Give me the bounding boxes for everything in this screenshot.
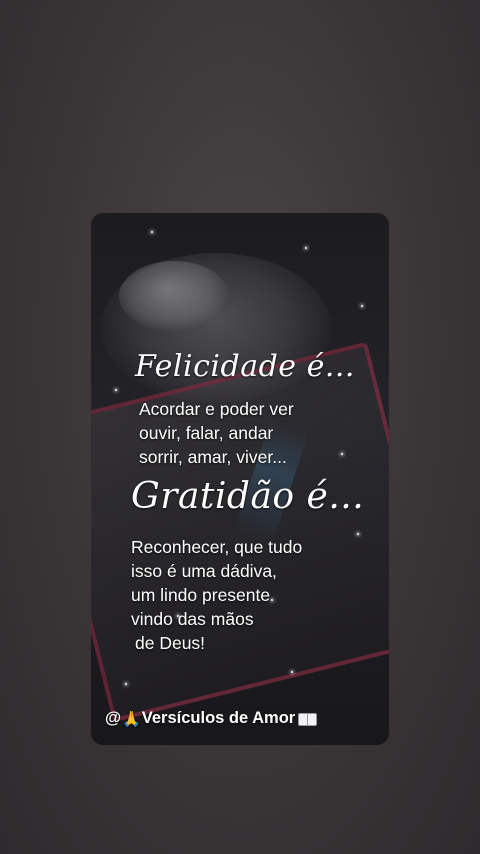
text-line: ouvir, falar, andar	[139, 423, 274, 443]
sparkle	[125, 683, 127, 685]
account-handle[interactable]: @ 🙏 Versículos de Amor	[105, 709, 318, 728]
sparkle	[151, 231, 153, 233]
text-line: isso é uma dádiva,	[131, 561, 277, 581]
screen: { "card": { "heading1": "Felicidade é...…	[0, 0, 480, 854]
sparkle	[305, 247, 307, 249]
sparkle	[115, 389, 117, 391]
text-line: um lindo presente	[131, 585, 271, 605]
sparkle	[361, 305, 363, 307]
handle-prefix: @	[105, 709, 122, 727]
handle-name: Versículos de Amor	[141, 709, 296, 727]
text-line: de Deus!	[135, 633, 206, 653]
story-card: Felicidade é... Acordar e poder ver ouvi…	[91, 213, 389, 745]
text-line: Reconhecer, que tudo	[131, 537, 303, 557]
open-book-icon	[298, 712, 318, 726]
teacup-background	[119, 261, 229, 331]
sparkle	[341, 453, 343, 455]
heading-felicidade: Felicidade é...	[135, 349, 355, 384]
text-line: Acordar e poder ver	[139, 399, 294, 419]
text-line: sorrir, amar, viver...	[139, 447, 287, 467]
gratidao-lines: Reconhecer, que tudo isso é uma dádiva, …	[131, 535, 302, 655]
text-line: vindo das mãos	[131, 609, 254, 629]
sparkle	[357, 533, 359, 535]
praying-hands-icon: 🙏	[122, 710, 141, 728]
felicidade-lines: Acordar e poder ver ouvir, falar, andar …	[139, 397, 294, 469]
sparkle	[291, 671, 293, 673]
heading-gratidao: Gratidão é...	[131, 476, 365, 517]
